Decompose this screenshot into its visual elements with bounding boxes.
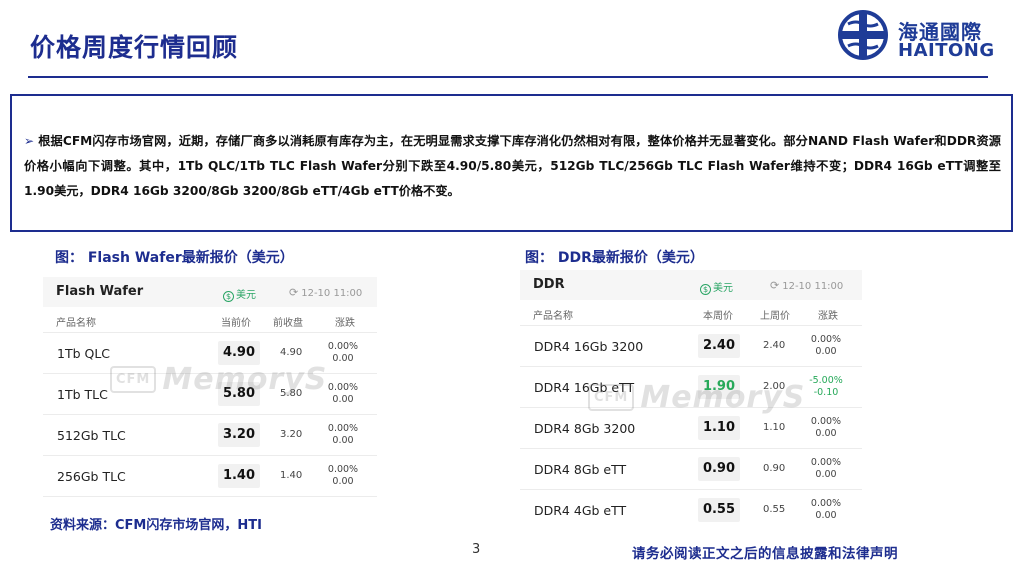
previous-price: 0.90 (763, 463, 786, 474)
previous-price: 2.00 (763, 381, 786, 392)
refresh-icon: ⟳ (770, 279, 780, 292)
product-name: DDR4 16Gb eTT (534, 380, 635, 395)
currency-label: $ 美元 (700, 279, 733, 295)
product-name: 512Gb TLC (57, 428, 126, 443)
card-header: Flash Wafer $ 美元 ⟳ 12-10 11:00 (43, 277, 377, 307)
previous-price: 4.90 (280, 347, 303, 358)
col-current: 本周价 (703, 311, 733, 322)
summary-box: ➢ 根据CFM闪存市场官网，近期，存储厂商多以消耗原有库存为主，在无明显需求支撑下… (10, 94, 1013, 232)
table-row: DDR4 8Gb eTT 0.90 0.90 0.00% 0.00 (520, 449, 862, 490)
summary-text: 根据CFM闪存市场官网，近期，存储厂商多以消耗原有库存为主，在无明显需求支撑下库… (24, 134, 1001, 198)
current-price: 5.80 (218, 382, 260, 406)
price-change: 0.00% 0.00 (327, 423, 359, 446)
current-price: 1.10 (698, 416, 740, 440)
dollar-icon: $ (223, 291, 234, 302)
price-change: 0.00% 0.00 (810, 457, 842, 480)
col-previous: 前收盘 (273, 318, 303, 329)
summary-paragraph: ➢ 根据CFM闪存市场官网，近期，存储厂商多以消耗原有库存为主，在无明显需求支撑下… (24, 129, 1001, 204)
currency-label: $ 美元 (223, 286, 256, 302)
refresh-icon: ⟳ (289, 286, 299, 299)
flash-figure-caption: 图： Flash Wafer最新报价（美元） (55, 250, 294, 266)
current-price: 4.90 (218, 341, 260, 365)
update-time: ⟳ 12-10 11:00 (770, 279, 844, 292)
current-price: 3.20 (218, 423, 260, 447)
price-change: 0.00% 0.00 (810, 334, 842, 357)
table-row: 1Tb QLC 4.90 4.90 0.00% 0.00 (43, 333, 377, 374)
product-name: 256Gb TLC (57, 469, 126, 484)
col-change: 涨跌 (818, 311, 838, 322)
product-name: DDR4 16Gb 3200 (534, 339, 644, 354)
card-title: DDR (533, 277, 565, 292)
product-name: 1Tb TLC (57, 387, 108, 402)
product-name: DDR4 8Gb 3200 (534, 421, 636, 436)
price-change: 0.00% 0.00 (327, 464, 359, 487)
price-change: 0.00% 0.00 (810, 416, 842, 439)
card-title: Flash Wafer (56, 284, 144, 299)
product-name: DDR4 4Gb eTT (534, 503, 627, 518)
price-change: 0.00% 0.00 (327, 341, 359, 364)
table-row: DDR4 4Gb eTT 0.55 0.55 0.00% 0.00 (520, 490, 862, 531)
update-time: ⟳ 12-10 11:00 (289, 286, 363, 299)
ddr-figure-caption: 图： DDR最新报价（美元） (525, 250, 704, 266)
logo-en-text: HAITONG (898, 40, 995, 61)
col-previous: 上周价 (760, 311, 790, 322)
previous-price: 1.10 (763, 422, 786, 433)
disclaimer-text: 请务必阅读正文之后的信息披露和法律声明 (632, 546, 898, 562)
table-row: 512Gb TLC 3.20 3.20 0.00% 0.00 (43, 415, 377, 456)
table-row: 1Tb TLC 5.80 5.80 0.00% 0.00 (43, 374, 377, 415)
previous-price: 0.55 (763, 504, 786, 515)
previous-price: 1.40 (280, 470, 303, 481)
price-change: 0.00% 0.00 (810, 498, 842, 521)
haitong-logo-icon (838, 10, 888, 60)
col-product: 产品名称 (56, 318, 96, 329)
product-name: 1Tb QLC (57, 346, 111, 361)
card-header: DDR $ 美元 ⟳ 12-10 11:00 (520, 270, 862, 300)
ddr-rows: DDR4 16Gb 3200 2.40 2.40 0.00% 0.00 DDR4 … (520, 326, 862, 531)
previous-price: 2.40 (763, 340, 786, 351)
page-title: 价格周度行情回顾 (30, 33, 239, 62)
column-header: 产品名称 当前价 前收盘 涨跌 (43, 307, 377, 333)
dollar-icon: $ (700, 284, 711, 295)
column-header: 产品名称 本周价 上周价 涨跌 (520, 300, 862, 326)
col-product: 产品名称 (533, 311, 573, 322)
current-price: 1.40 (218, 464, 260, 488)
page-number: 3 (472, 542, 481, 557)
current-price: 0.90 (698, 457, 740, 481)
product-name: DDR4 8Gb eTT (534, 462, 627, 477)
table-row: 256Gb TLC 1.40 1.40 0.00% 0.00 (43, 456, 377, 497)
flash-rows: 1Tb QLC 4.90 4.90 0.00% 0.00 1Tb TLC 5.80… (43, 333, 377, 497)
table-row: DDR4 16Gb 3200 2.40 2.40 0.00% 0.00 (520, 326, 862, 367)
price-change: 0.00% 0.00 (327, 382, 359, 405)
arrow-bullet-icon: ➢ (24, 134, 35, 148)
price-change: -5.00% -0.10 (809, 375, 843, 398)
ddr-price-card: DDR $ 美元 ⟳ 12-10 11:00 产品名称 本周价 上周价 涨跌 DDR… (520, 270, 862, 532)
header-divider (28, 76, 988, 78)
current-price: 0.55 (698, 498, 740, 522)
flash-wafer-price-card: Flash Wafer $ 美元 ⟳ 12-10 11:00 产品名称 当前价 前收… (43, 277, 377, 497)
previous-price: 3.20 (280, 429, 303, 440)
col-current: 当前价 (221, 318, 251, 329)
current-price: 1.90 (698, 375, 740, 399)
current-price: 2.40 (698, 334, 740, 358)
haitong-logo: 海通國際 HAITONG (838, 10, 998, 62)
data-source: 资料来源：CFM闪存市场官网，HTI (50, 518, 262, 533)
col-change: 涨跌 (335, 318, 355, 329)
table-row: DDR4 16Gb eTT 1.90 2.00 -5.00% -0.10 (520, 367, 862, 408)
table-row: DDR4 8Gb 3200 1.10 1.10 0.00% 0.00 (520, 408, 862, 449)
previous-price: 5.80 (280, 388, 303, 399)
